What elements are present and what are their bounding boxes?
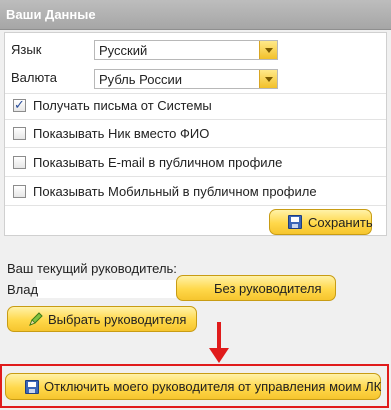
manager-name: Влад bbox=[7, 282, 39, 297]
option-label: Показывать E-mail в публичном профиле bbox=[33, 155, 283, 170]
panel-title: Ваши Данные bbox=[6, 7, 96, 22]
chevron-down-icon[interactable] bbox=[259, 70, 277, 88]
floppy-disk-icon bbox=[25, 380, 39, 394]
chevron-down-icon[interactable] bbox=[259, 41, 277, 59]
checkbox-checked[interactable] bbox=[13, 97, 26, 113]
option-label: Показывать Мобильный в публичном профиле bbox=[33, 184, 317, 199]
language-value: Русский bbox=[99, 43, 148, 58]
settings-form: Язык Русский Валюта Рубль России Получат… bbox=[4, 32, 387, 236]
divider bbox=[5, 176, 386, 177]
save-button[interactable]: Сохранить bbox=[269, 209, 373, 235]
divider bbox=[5, 93, 386, 94]
option-label: Получать письма от Системы bbox=[33, 98, 212, 113]
divider bbox=[5, 205, 386, 206]
divider bbox=[5, 147, 386, 148]
language-label: Язык bbox=[11, 42, 42, 57]
panel-header: Ваши Данные bbox=[0, 0, 391, 30]
language-select[interactable]: Русский bbox=[94, 40, 278, 60]
manager-title: Ваш текущий руководитель: bbox=[7, 261, 177, 276]
checkbox[interactable] bbox=[13, 156, 26, 169]
detach-manager-button[interactable]: Отключить моего руководителя от управлен… bbox=[5, 373, 381, 400]
save-button-label: Сохранить bbox=[308, 215, 373, 230]
checkbox[interactable] bbox=[13, 185, 26, 198]
choose-manager-button-label: Выбрать руководителя bbox=[48, 312, 187, 327]
choose-manager-button[interactable]: Выбрать руководителя bbox=[7, 306, 197, 332]
no-manager-button-label: Без руководителя bbox=[214, 281, 322, 296]
currency-label: Валюта bbox=[11, 70, 57, 85]
floppy-disk-icon bbox=[288, 215, 302, 229]
detach-manager-button-label: Отключить моего руководителя от управлен… bbox=[44, 379, 382, 394]
currency-select[interactable]: Рубль России bbox=[94, 69, 278, 89]
pencil-icon bbox=[29, 312, 43, 326]
manager-name-field bbox=[36, 280, 176, 298]
checkbox[interactable] bbox=[13, 127, 26, 140]
divider bbox=[5, 119, 386, 120]
currency-value: Рубль России bbox=[99, 72, 183, 87]
option-label: Показывать Ник вместо ФИО bbox=[33, 126, 210, 141]
arrow-down-icon bbox=[209, 322, 229, 363]
no-manager-button[interactable]: Без руководителя bbox=[176, 275, 336, 301]
